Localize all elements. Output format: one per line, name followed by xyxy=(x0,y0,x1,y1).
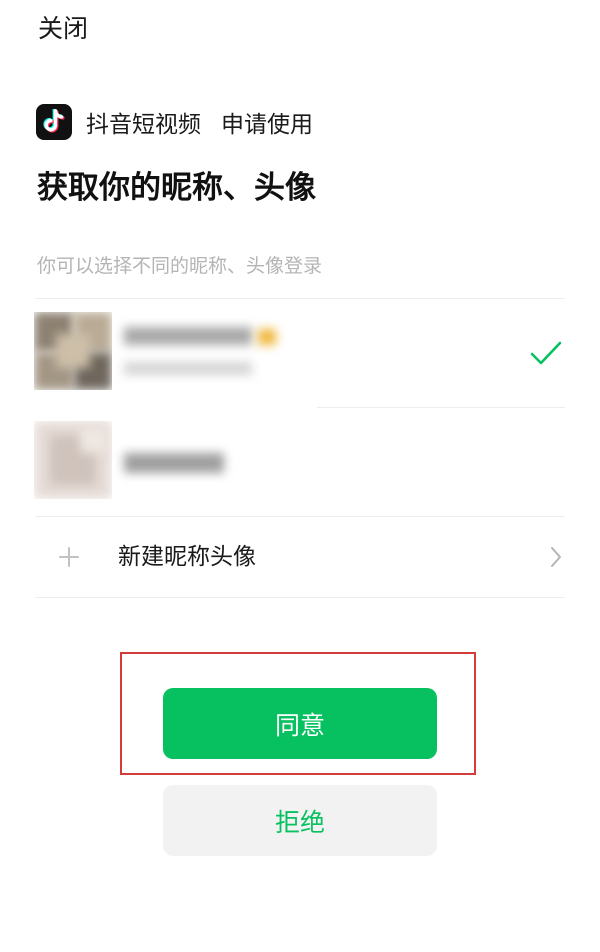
tiktok-logo-icon xyxy=(36,104,72,140)
agree-button[interactable]: 同意 xyxy=(163,688,437,759)
app-name: 抖音短视频 xyxy=(86,112,201,138)
reject-button[interactable]: 拒绝 xyxy=(163,785,437,856)
app-info: 抖音短视频 申请使用 xyxy=(36,103,313,141)
avatar xyxy=(34,421,112,499)
divider xyxy=(35,597,565,598)
check-icon xyxy=(528,338,564,368)
request-text: 申请使用 xyxy=(221,112,313,138)
account-option-2[interactable] xyxy=(0,408,600,516)
new-profile-row[interactable]: 新建昵称头像 xyxy=(0,517,600,597)
new-profile-label: 新建昵称头像 xyxy=(118,544,256,570)
chevron-right-icon xyxy=(548,545,564,569)
page-subtitle: 你可以选择不同的昵称、头像登录 xyxy=(37,255,323,277)
close-button[interactable]: 关闭 xyxy=(38,12,88,46)
page-title: 获取你的昵称、头像 xyxy=(37,170,316,206)
account-option-1[interactable] xyxy=(0,299,600,407)
avatar xyxy=(34,312,112,390)
plus-icon xyxy=(57,545,81,569)
